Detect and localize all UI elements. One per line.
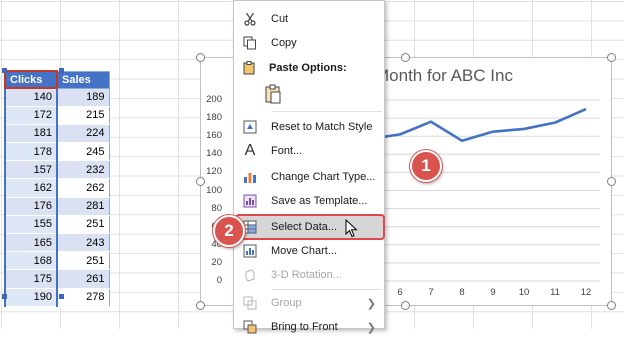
scissors-icon bbox=[243, 12, 257, 26]
rotation-icon bbox=[243, 268, 257, 282]
reset-style-icon bbox=[243, 120, 257, 134]
menu-item-label: Group bbox=[271, 297, 302, 309]
menu-item-move-chart[interactable]: Move Chart... bbox=[236, 239, 384, 263]
menu-item-label: Copy bbox=[271, 37, 297, 49]
font-icon: A bbox=[244, 142, 256, 159]
copy-icon bbox=[243, 36, 257, 50]
menu-item-label: Move Chart... bbox=[271, 245, 338, 257]
paste-options-heading: Paste Options: bbox=[269, 62, 347, 74]
chevron-right-icon: ❯ bbox=[366, 321, 376, 334]
paste-options-icon bbox=[242, 61, 256, 80]
menu-item-cut[interactable]: Cut bbox=[236, 7, 384, 31]
mouse-cursor-icon bbox=[345, 219, 358, 238]
paste-keep-source-button[interactable] bbox=[264, 81, 288, 107]
menu-item-change-chart-type[interactable]: Change Chart Type... bbox=[236, 165, 384, 189]
menu-item-label: Reset to Match Style bbox=[271, 121, 373, 133]
menu-item-label: Bring to Front bbox=[271, 321, 338, 333]
callout-badge-1: 1 bbox=[410, 150, 442, 182]
menu-item-font[interactable]: A Font... bbox=[236, 139, 384, 163]
menu-item-label: Select Data... bbox=[271, 221, 338, 233]
menu-item-3d-rotation[interactable]: 3-D Rotation... bbox=[236, 263, 384, 287]
menu-separator bbox=[272, 111, 382, 112]
menu-item-label: 3-D Rotation... bbox=[271, 269, 342, 281]
chevron-right-icon: ❯ bbox=[366, 297, 376, 310]
menu-item-label: Font... bbox=[271, 145, 303, 157]
menu-item-save-template[interactable]: Save as Template... bbox=[236, 189, 384, 213]
chart-type-icon bbox=[243, 170, 257, 184]
menu-item-label: Cut bbox=[271, 13, 289, 25]
context-menu: Cut Copy Paste Options: Reset to Match S… bbox=[233, 0, 385, 334]
menu-item-label: Save as Template... bbox=[271, 195, 368, 207]
menu-item-copy[interactable]: Copy bbox=[236, 31, 384, 55]
menu-separator bbox=[272, 289, 382, 290]
menu-item-reset-style[interactable]: Reset to Match Style bbox=[236, 115, 384, 139]
menu-item-select-data[interactable]: Select Data... bbox=[235, 214, 385, 240]
callout-badge-2: 2 bbox=[213, 215, 245, 247]
menu-item-bring-to-front[interactable]: Bring to Front ❯ bbox=[236, 315, 384, 339]
paste-icon bbox=[265, 84, 281, 104]
move-chart-icon bbox=[243, 244, 257, 258]
template-icon bbox=[243, 194, 257, 208]
group-icon bbox=[243, 296, 257, 310]
bring-front-icon bbox=[243, 320, 257, 334]
menu-item-label: Change Chart Type... bbox=[271, 171, 376, 183]
select-data-icon bbox=[243, 220, 257, 234]
menu-item-group[interactable]: Group ❯ bbox=[236, 291, 384, 315]
